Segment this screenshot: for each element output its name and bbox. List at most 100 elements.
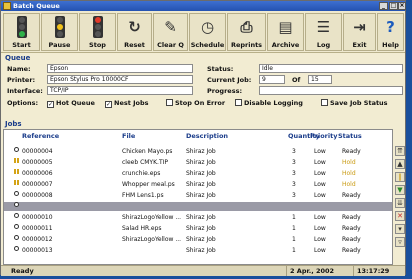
cell-reference: 00000008 xyxy=(22,192,53,199)
hot-queue-checkbox[interactable]: ✓ Hot Queue xyxy=(47,99,95,108)
toolbar-button-label: Start xyxy=(12,41,31,49)
of-label: Of xyxy=(292,76,301,84)
move-top-icon[interactable]: ⇈ xyxy=(395,146,405,156)
job-row[interactable]: 00000004 Chicken Mayo.ps Shiraz Job 3 Low Rea… xyxy=(4,147,392,156)
job-row[interactable]: 00000007 Whopper meal.ps Shiraz Job 3 Low Hol… xyxy=(4,180,392,189)
toolbar: Start Pause Stop ↻ Reset ✎ Clear Q ◷ Schedule ⎙ Re… xyxy=(1,11,405,53)
cell-description: Shiraz Job xyxy=(186,170,216,177)
scroll-down-icon[interactable]: ▾ xyxy=(395,224,405,234)
column-header-reference[interactable]: Reference xyxy=(22,132,59,140)
move-bottom-icon[interactable]: ⇊ xyxy=(395,198,405,208)
log-icon: ☰ xyxy=(316,18,331,36)
stop-on-error-checkbox[interactable]: Stop On Error xyxy=(166,99,225,107)
cell-status: Ready xyxy=(342,247,361,254)
cell-file: ShirazLogoYellow ... xyxy=(122,236,182,243)
toolbar-button-label: Reset xyxy=(124,41,145,49)
move-down-icon[interactable]: ▼ xyxy=(395,185,405,195)
cell-reference: 00000012 xyxy=(22,236,53,243)
column-header-status[interactable]: Status xyxy=(338,132,362,140)
clear-q-button[interactable]: ✎ Clear Q xyxy=(153,13,188,51)
job-status-dot-icon xyxy=(14,235,19,240)
save-job-status-checkbox[interactable]: Save Job Status xyxy=(321,99,388,107)
cell-status: Hold xyxy=(342,181,356,188)
column-header-priority[interactable]: Priority xyxy=(310,132,337,140)
toolbar-button-label: Schedule xyxy=(190,41,225,49)
exit-button[interactable]: ⇥ Exit xyxy=(343,13,376,51)
cell-priority: Low xyxy=(314,192,326,199)
job-row[interactable]: 00000013 Shiraz Job 1 Low Ready xyxy=(4,246,392,255)
job-row[interactable]: 00000008 FHM Lens1.ps Shiraz Job 3 Low Ready xyxy=(4,191,392,200)
options-label: Options: xyxy=(7,99,39,107)
cell-description: Shiraz Job xyxy=(186,247,216,254)
cell-status: Ready xyxy=(342,192,361,199)
close-button[interactable]: × xyxy=(398,2,406,10)
job-row[interactable]: 00000012 ShirazLogoYellow ... Shiraz Job 1 L… xyxy=(4,235,392,244)
cell-quantity: 1 xyxy=(292,236,296,243)
status-state: Ready xyxy=(11,267,34,275)
schedule-button[interactable]: ◷ Schedule xyxy=(189,13,226,51)
queue-panel: Queue Name: Epson Printer: Epson Stylus … xyxy=(3,54,405,118)
job-row[interactable] xyxy=(4,202,392,211)
reset-button[interactable]: ↻ Reset xyxy=(117,13,152,51)
traffic-light-yellow-icon xyxy=(49,16,71,38)
pause-button[interactable]: Pause xyxy=(41,13,78,51)
cell-reference: 00000013 xyxy=(22,247,53,254)
toolbar-button-label: Archive xyxy=(271,41,300,49)
maximize-button[interactable]: □ xyxy=(389,2,398,10)
cell-priority: Low xyxy=(314,236,326,243)
pause-icon xyxy=(14,158,19,163)
cell-status: Ready xyxy=(342,214,361,221)
toolbar-button-label: Help xyxy=(382,41,399,49)
archive-button[interactable]: ▤ Archive xyxy=(267,13,304,51)
job-total-field: 15 xyxy=(308,75,332,84)
move-up-icon[interactable]: ▲ xyxy=(395,159,405,169)
cell-reference: 00000010 xyxy=(22,214,53,221)
toolbar-button-label: Log xyxy=(316,41,331,49)
cell-description: Shiraz Job xyxy=(186,181,216,188)
pause-job-icon[interactable]: ‖ xyxy=(395,172,405,182)
cell-priority: Low xyxy=(314,225,326,232)
help-icon: ? xyxy=(386,18,395,36)
exit-icon: ⇥ xyxy=(353,18,366,36)
cell-status: Ready xyxy=(342,148,361,155)
nest-jobs-checkbox[interactable]: ✓ Nest Jobs xyxy=(105,99,149,108)
cell-quantity: 3 xyxy=(292,192,296,199)
job-row[interactable]: 00000005 cleeb CMYK.TIP Shiraz Job 3 Low Hold xyxy=(4,158,392,167)
log-button[interactable]: ☰ Log xyxy=(305,13,342,51)
job-status-dot-icon xyxy=(14,147,19,152)
printer-field[interactable]: Epson Stylus Pro 10000CF xyxy=(47,75,193,84)
checkbox-label: Stop On Error xyxy=(175,99,226,107)
jobs-panel: Jobs Reference File Description Quantity Pri… xyxy=(3,120,405,265)
reprints-button[interactable]: ⎙ Reprints xyxy=(227,13,266,51)
column-header-description[interactable]: Description xyxy=(186,132,228,140)
job-row[interactable]: 00000006 crunchie.eps Shiraz Job 3 Low Hold xyxy=(4,169,392,178)
cell-quantity: 3 xyxy=(292,159,296,166)
status-time: 13:17:29 xyxy=(353,266,405,276)
cell-priority: Low xyxy=(314,247,326,254)
delete-job-icon[interactable]: ✕ xyxy=(395,211,405,221)
interface-field[interactable]: TCP/IP xyxy=(47,86,193,95)
status-label: Status: xyxy=(207,65,234,73)
help-button[interactable]: ? Help xyxy=(377,13,404,51)
checkbox-box: ✓ xyxy=(47,101,54,108)
reset-icon: ↻ xyxy=(128,18,141,36)
cell-file: ShirazLogoYellow ... xyxy=(122,214,182,221)
job-row[interactable]: 00000011 Salad HR.eps Shiraz Job 1 Low Ready xyxy=(4,224,392,233)
interface-label: Interface: xyxy=(7,87,43,95)
cell-reference: 00000004 xyxy=(22,148,53,155)
cell-reference: 00000007 xyxy=(22,181,53,188)
cell-priority: Low xyxy=(314,148,326,155)
minimize-button[interactable]: _ xyxy=(379,2,388,10)
app-icon xyxy=(3,2,11,10)
column-header-file[interactable]: File xyxy=(122,132,135,140)
name-field[interactable]: Epson xyxy=(47,64,193,73)
jobs-list: Reference File Description Quantity Priority… xyxy=(3,129,393,265)
disable-logging-checkbox[interactable]: Disable Logging xyxy=(235,99,303,107)
cell-priority: Low xyxy=(314,170,326,177)
scroll-end-icon[interactable]: ▿ xyxy=(395,237,405,247)
job-row[interactable]: 00000010 ShirazLogoYellow ... Shiraz Job 1 L… xyxy=(4,213,392,222)
start-button[interactable]: Start xyxy=(3,13,40,51)
stop-button[interactable]: Stop xyxy=(79,13,116,51)
cell-file: Chicken Mayo.ps xyxy=(122,148,173,155)
cell-status: Hold xyxy=(342,170,356,177)
